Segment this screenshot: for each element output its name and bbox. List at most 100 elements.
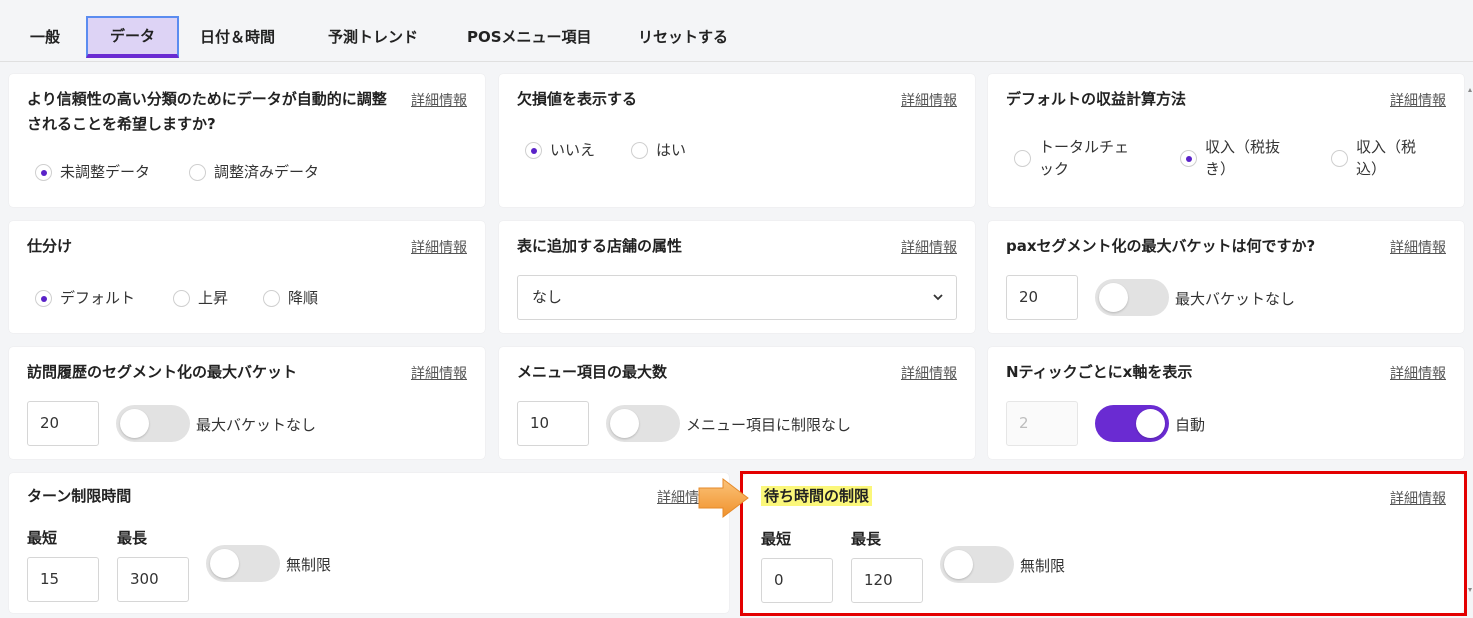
radio-revenue-incl-tax[interactable]: 収入（税込） — [1331, 136, 1441, 180]
select-value: なし — [532, 288, 563, 306]
radio-circle-icon — [1331, 149, 1348, 167]
radio-label: いいえ — [550, 141, 596, 159]
card-auto-adjust: より信頼性の高い分類のためにデータが自動的に調整されることを希望しますか? 詳細… — [9, 74, 485, 207]
card-wait-time: 待ち時間の制限 詳細情報 最短 最長 0 120 無制限 — [743, 474, 1464, 613]
radio-label: 収入（税込） — [1356, 138, 1417, 178]
scrollbar[interactable] — [1467, 62, 1473, 618]
visit-max-bucket-input[interactable]: 20 — [27, 401, 99, 446]
turn-time-unlimited-toggle[interactable] — [206, 545, 280, 582]
more-info-link[interactable]: 詳細情報 — [1390, 237, 1446, 257]
radio-circle-icon — [1180, 149, 1197, 167]
radio-label: デフォルト — [60, 289, 136, 307]
radio-circle-icon — [631, 141, 648, 159]
tab-data[interactable]: データ — [86, 16, 179, 58]
turn-time-min-input[interactable]: 15 — [27, 557, 99, 602]
radio-label: 調整済みデータ — [214, 163, 320, 181]
tab-reset[interactable]: リセットする — [638, 16, 728, 58]
card-pax-segment: paxセグメント化の最大バケットは何ですか? 詳細情報 20 最大バケットなし — [988, 221, 1464, 333]
more-info-link[interactable]: 詳細情報 — [411, 90, 467, 110]
radio-ascending[interactable]: 上昇 — [173, 287, 228, 309]
pax-max-bucket-input[interactable]: 20 — [1006, 275, 1078, 320]
card-title: メニュー項目の最大数 — [517, 363, 668, 381]
radio-circle-icon — [173, 289, 190, 307]
more-info-link[interactable]: 詳細情報 — [901, 237, 957, 257]
toggle-knob — [610, 409, 639, 438]
more-info-link[interactable]: 詳細情報 — [901, 90, 957, 110]
card-title: 仕分け — [27, 237, 73, 255]
more-info-link[interactable]: 詳細情報 — [901, 363, 957, 383]
more-info-link[interactable]: 詳細情報 — [411, 237, 467, 257]
wait-time-min-input[interactable]: 0 — [761, 558, 833, 603]
tab-date-time[interactable]: 日付＆時間 — [200, 16, 275, 58]
x-axis-tick-input[interactable]: 2 — [1006, 401, 1078, 446]
min-label: 最短 — [27, 529, 58, 547]
toggle-knob — [210, 549, 239, 578]
max-label: 最長 — [851, 530, 882, 548]
store-attribute-select[interactable]: なし — [517, 275, 957, 320]
visit-no-max-toggle[interactable] — [116, 405, 190, 442]
radio-yes[interactable]: はい — [631, 139, 686, 161]
menu-max-items-input[interactable]: 10 — [517, 401, 589, 446]
toggle-knob — [1099, 283, 1128, 312]
card-title: paxセグメント化の最大バケットは何ですか? — [1006, 237, 1316, 255]
tab-general[interactable]: 一般 — [30, 16, 60, 58]
max-label: 最長 — [117, 529, 148, 547]
more-info-link[interactable]: 詳細情報 — [411, 363, 467, 383]
wait-time-unlimited-toggle[interactable] — [940, 546, 1014, 583]
card-revenue-method: デフォルトの収益計算方法 詳細情報 トータルチェック 収入（税抜き） 収入（税込… — [988, 74, 1464, 207]
radio-label: 未調整データ — [60, 163, 151, 181]
radio-total-check[interactable]: トータルチェック — [1014, 136, 1144, 180]
radio-circle-icon — [35, 289, 52, 307]
radio-descending[interactable]: 降順 — [263, 287, 318, 309]
x-axis-auto-toggle[interactable] — [1095, 405, 1169, 442]
card-title: 表に追加する店舗の属性 — [517, 237, 683, 255]
radio-label: 降順 — [288, 289, 319, 307]
chevron-down-icon — [933, 294, 943, 301]
wait-time-max-input[interactable]: 120 — [851, 558, 923, 603]
highlighted-title: 待ち時間の制限 — [761, 486, 873, 506]
card-x-axis: Nティックごとにx軸を表示 詳細情報 2 自動 — [988, 347, 1464, 459]
toggle-knob — [1136, 409, 1165, 438]
radio-no[interactable]: いいえ — [525, 139, 595, 161]
radio-adjusted-data[interactable]: 調整済みデータ — [189, 161, 319, 183]
card-menu-items: メニュー項目の最大数 詳細情報 10 メニュー項目に制限なし — [499, 347, 975, 459]
radio-label: トータルチェック — [1039, 138, 1130, 178]
radio-circle-icon — [525, 141, 542, 159]
more-info-link[interactable]: 詳細情報 — [1390, 90, 1446, 110]
radio-label: 上昇 — [198, 289, 229, 307]
toggle-knob — [120, 409, 149, 438]
card-sorting: 仕分け 詳細情報 デフォルト 上昇 降順 — [9, 221, 485, 333]
toggle-label: 最大バケットなし — [196, 416, 317, 434]
tab-bar: 一般 データ 日付＆時間 予測トレンド POSメニュー項目 リセットする — [0, 0, 1473, 62]
radio-circle-icon — [1014, 149, 1031, 167]
toggle-label: 無制限 — [1020, 557, 1066, 575]
tab-pos-menu-items[interactable]: POSメニュー項目 — [467, 16, 592, 58]
arrow-right-icon — [698, 477, 749, 519]
toggle-label: メニュー項目に制限なし — [686, 416, 852, 434]
radio-label: 収入（税抜き） — [1205, 138, 1281, 178]
tab-forecast-trend[interactable]: 予測トレンド — [328, 16, 418, 58]
card-title: より信頼性の高い分類のためにデータが自動的に調整されることを希望しますか? — [27, 90, 387, 133]
card-store-attribute: 表に追加する店舗の属性 詳細情報 なし — [499, 221, 975, 333]
radio-default[interactable]: デフォルト — [35, 287, 135, 309]
card-visit-history: 訪問履歴のセグメント化の最大バケット 詳細情報 20 最大バケットなし — [9, 347, 485, 459]
toggle-label: 最大バケットなし — [1175, 290, 1296, 308]
turn-time-max-input[interactable]: 300 — [117, 557, 189, 602]
card-title: 欠損値を表示する — [517, 90, 638, 108]
card-title: 訪問履歴のセグメント化の最大バケット — [27, 363, 298, 381]
menu-no-limit-toggle[interactable] — [606, 405, 680, 442]
radio-revenue-excl-tax[interactable]: 収入（税抜き） — [1180, 136, 1300, 180]
radio-unadjusted-data[interactable]: 未調整データ — [35, 161, 150, 183]
card-title: 待ち時間の制限 — [761, 484, 873, 509]
pax-no-max-toggle[interactable] — [1095, 279, 1169, 316]
card-turn-time: ターン制限時間 詳細情 最短 最長 15 300 無制限 — [9, 473, 729, 613]
card-missing-values: 欠損値を表示する 詳細情報 いいえ はい — [499, 74, 975, 207]
toggle-knob — [944, 550, 973, 579]
more-info-link[interactable]: 詳細情報 — [1390, 363, 1446, 383]
card-title: Nティックごとにx軸を表示 — [1006, 363, 1193, 381]
radio-circle-icon — [263, 289, 280, 307]
toggle-label: 無制限 — [286, 556, 332, 574]
card-title: デフォルトの収益計算方法 — [1006, 90, 1187, 108]
radio-circle-icon — [35, 163, 52, 181]
more-info-link[interactable]: 詳細情報 — [1390, 488, 1446, 508]
